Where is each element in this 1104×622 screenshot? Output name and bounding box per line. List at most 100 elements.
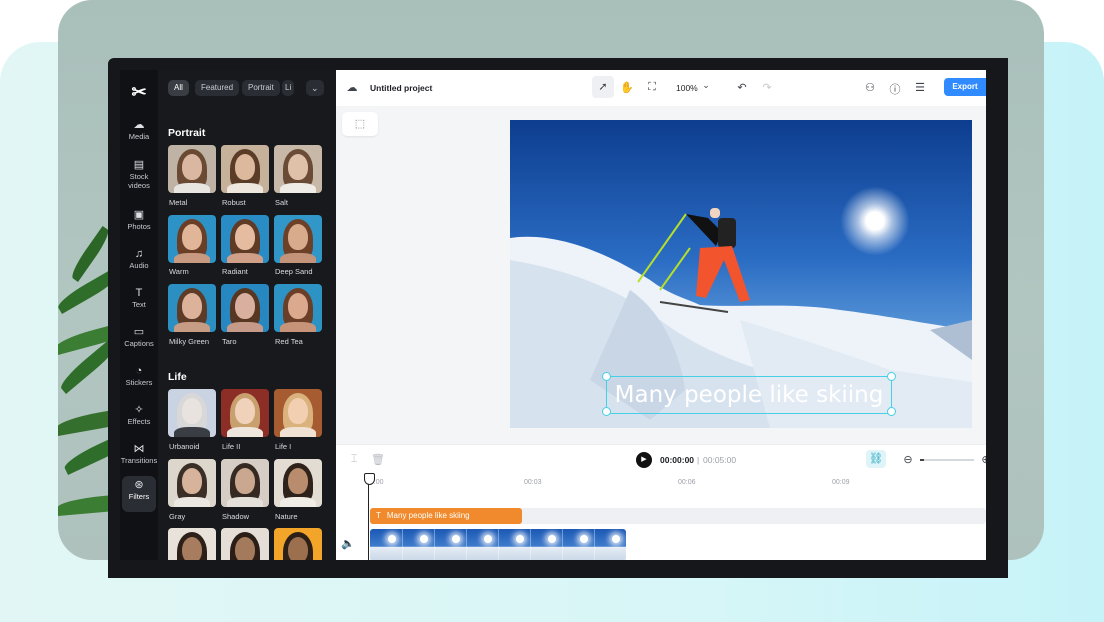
sparkle-icon: ✧ [134, 404, 144, 416]
editor-screen: ✂ ☁ Media ▤ Stock videos ▣ Photos ♫ Audi… [120, 70, 986, 560]
volume-icon[interactable]: 🔈 [340, 537, 356, 550]
filter-thumb[interactable] [168, 528, 216, 560]
filter-thumb[interactable] [274, 528, 322, 560]
sidebar-item-label: Filters [128, 492, 150, 501]
snap-icon[interactable]: ⛓ [866, 450, 886, 468]
redo-icon[interactable]: ↷ [759, 81, 775, 94]
chevron-down-icon[interactable]: ⌄ [306, 80, 324, 96]
filter-thumb-nature[interactable] [274, 459, 322, 507]
chip-life[interactable]: Li [282, 80, 295, 96]
filter-label: Robust [222, 198, 246, 207]
filter-label: Warm [169, 267, 189, 276]
export-button[interactable]: Export [944, 78, 986, 96]
chip-portrait[interactable]: Portrait [242, 80, 280, 96]
playhead[interactable] [368, 473, 369, 560]
filter-thumb-red-tea[interactable] [274, 284, 322, 332]
sidebar-item-text[interactable]: T Text [120, 284, 158, 322]
text-clip-label: Many people like skiing [386, 511, 470, 520]
ruler-tick: 00:06 [678, 479, 696, 486]
text-clip[interactable]: T Many people like skiing [370, 508, 522, 524]
timeline-controls: ⌶ 🗑 ▶ 00:00:00 | 00:05:00 ⛓ ⊖ ⊕ [336, 445, 986, 475]
play-button[interactable]: ▶ [636, 452, 652, 468]
captions-icon: ▭ [133, 326, 145, 338]
sidebar-rail: ✂ ☁ Media ▤ Stock videos ▣ Photos ♫ Audi… [120, 70, 158, 560]
resize-handle[interactable] [887, 407, 896, 416]
filter-thumb-milky-green[interactable] [168, 284, 216, 332]
filter-thumb-life-i[interactable] [274, 389, 322, 437]
zoom-in-icon[interactable]: ⊕ [978, 453, 986, 466]
sidebar-item-effects[interactable]: ✧ Effects [120, 401, 158, 439]
filter-label: Urbanoid [169, 442, 200, 451]
filter-thumb-robust[interactable] [221, 145, 269, 193]
sidebar-item-label: Effects [127, 417, 151, 426]
timeline-ruler: 00:00 00:03 00:06 00:09 [366, 479, 986, 491]
split-icon[interactable]: ⌶ [346, 453, 362, 466]
filter-label: Life II [222, 442, 241, 451]
capcut-logo-icon: ✂ [131, 82, 147, 102]
user-settings-icon[interactable]: ⚇ [862, 81, 878, 94]
filter-thumb-salt[interactable] [274, 145, 322, 193]
sticker-icon: ◔ [135, 365, 143, 377]
filter-label: Metal [169, 198, 188, 207]
cloud-icon[interactable]: ☁ [344, 81, 360, 94]
undo-icon[interactable]: ↶ [734, 81, 750, 94]
chip-featured[interactable]: Featured [195, 80, 240, 96]
time-separator: | [697, 455, 700, 465]
hand-icon[interactable]: ✋ [619, 81, 635, 94]
project-title[interactable]: Untitled project [370, 83, 432, 93]
filter-thumb-urbanoid[interactable] [168, 389, 216, 437]
resize-handle[interactable] [887, 372, 896, 381]
sidebar-item-label: Audio [129, 261, 149, 270]
filter-thumb-deep-sand[interactable] [274, 215, 322, 263]
help-icon[interactable]: ⓘ [887, 81, 903, 97]
sidebar-item-label: Stickers [125, 378, 153, 387]
filter-thumb-warm[interactable] [168, 215, 216, 263]
caption-text-box[interactable]: Many people like skiing [606, 376, 892, 414]
sidebar-item-label: Captions [124, 339, 154, 348]
text-icon: T [376, 511, 381, 520]
sidebar-item-stock-videos[interactable]: ▤ Stock videos [120, 156, 158, 194]
sidebar-item-captions[interactable]: ▭ Captions [120, 323, 158, 361]
sidebar-item-audio[interactable]: ♫ Audio [120, 245, 158, 283]
text-icon: T [135, 287, 143, 299]
sidebar-item-photos[interactable]: ▣ Photos [120, 206, 158, 244]
playhead-handle[interactable] [364, 473, 375, 485]
filter-label: Life I [275, 442, 292, 451]
filter-label: Red Tea [275, 337, 303, 346]
filter-thumb-life-ii[interactable] [221, 389, 269, 437]
sidebar-item-label: Photos [127, 222, 151, 231]
cloud-icon: ☁ [133, 119, 145, 131]
sidebar-item-stickers[interactable]: ◔ Stickers [120, 362, 158, 400]
delete-icon[interactable]: 🗑 [370, 453, 386, 466]
filter-thumb-taro[interactable] [221, 284, 269, 332]
select-pointer-icon[interactable]: ➚ [592, 76, 614, 98]
video-clip[interactable] [370, 529, 626, 560]
filter-thumb-gray[interactable] [168, 459, 216, 507]
chip-all[interactable]: All [168, 80, 189, 96]
zoom-out-icon[interactable]: ⊖ [900, 453, 916, 466]
layers-icon[interactable]: ☰ [912, 81, 928, 94]
fit-screen-icon[interactable]: ⛶ [644, 81, 660, 94]
section-title-life: Life [168, 371, 187, 383]
chevron-down-icon[interactable]: ⌄ [698, 80, 714, 91]
filter-label: Deep Sand [275, 267, 313, 276]
filter-thumb[interactable] [221, 528, 269, 560]
sidebar-item-transitions[interactable]: ⋈ Transitions [120, 440, 158, 478]
resize-handle[interactable] [602, 407, 611, 416]
filters-icon: ⊛ [134, 479, 144, 491]
canvas-area: ⬚ Many people like skiing [336, 106, 986, 444]
marquee-select-icon[interactable]: ⬚ [342, 112, 378, 136]
sidebar-item-label: Stock videos [128, 172, 150, 190]
filter-thumb-shadow[interactable] [221, 459, 269, 507]
resize-handle[interactable] [602, 372, 611, 381]
filter-label: Nature [275, 512, 298, 521]
filter-thumb-metal[interactable] [168, 145, 216, 193]
sidebar-item-media[interactable]: ☁ Media [120, 116, 158, 154]
top-bar: ☁ Untitled project ➚ ✋ ⛶ 100% ⌄ ↶ ↷ ⚇ ⓘ … [336, 70, 986, 107]
video-preview[interactable]: Many people like skiing [510, 120, 972, 428]
sidebar-item-filters[interactable]: ⊛ Filters [122, 476, 156, 512]
filter-thumb-radiant[interactable] [221, 215, 269, 263]
filter-label: Salt [275, 198, 288, 207]
zoom-slider[interactable] [920, 459, 974, 461]
zoom-level[interactable]: 100% [676, 83, 698, 93]
